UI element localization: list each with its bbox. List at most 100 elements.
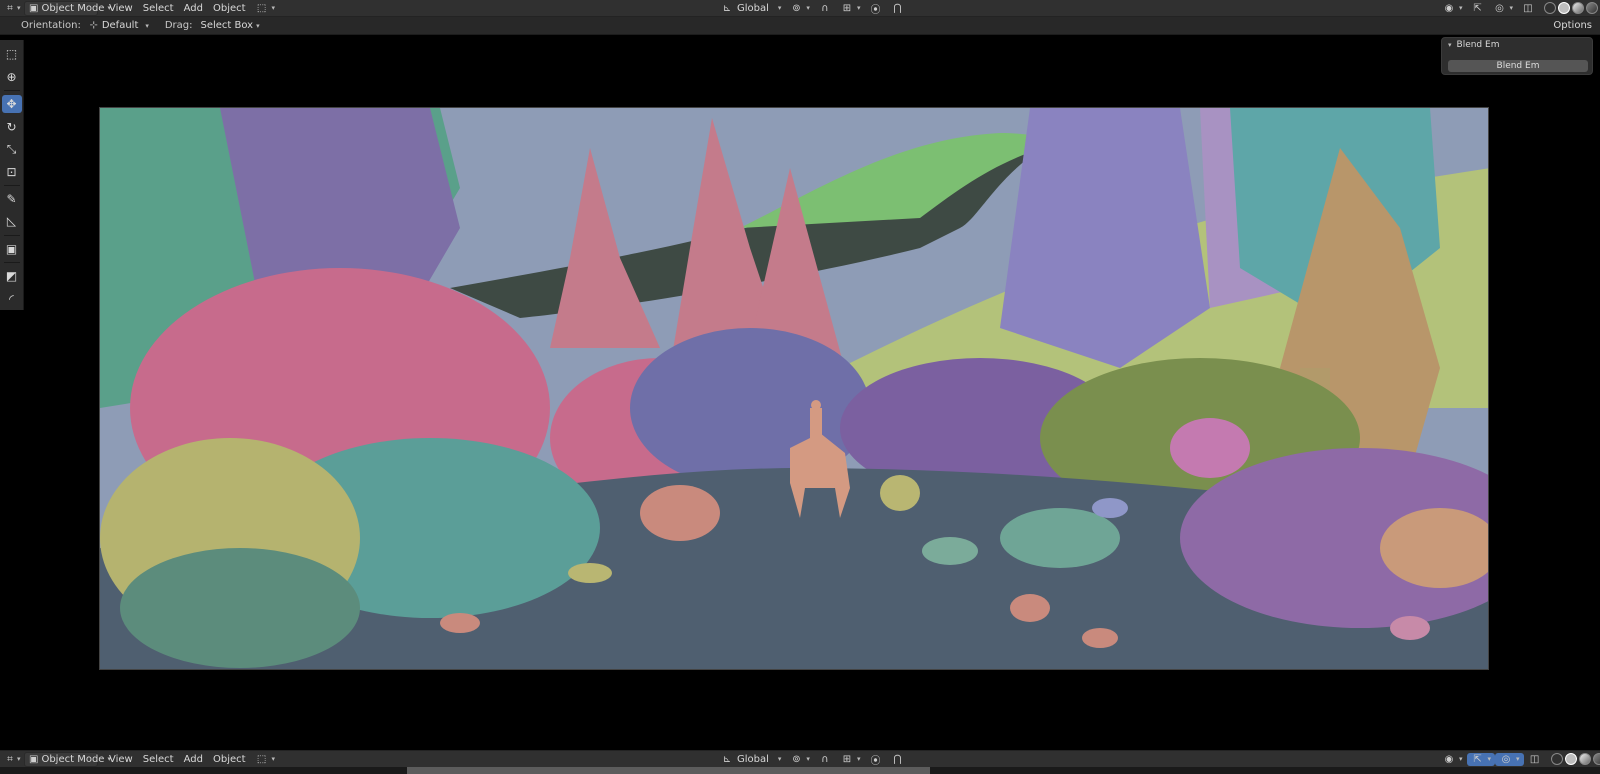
gizmo-arrows-icon: ⇱	[1473, 2, 1482, 14]
options-button[interactable]: Options	[1549, 19, 1596, 32]
rotate-tool-icon[interactable]: ↻	[2, 117, 22, 135]
drag-value: Select Box	[200, 20, 254, 31]
editor-type-button[interactable]: ⌗ ▾	[3, 751, 21, 767]
drag-dropdown[interactable]: Select Box ▾	[196, 19, 263, 32]
pivot-icon: ⊚	[792, 2, 801, 14]
wireframe-shading-icon[interactable]	[1544, 2, 1557, 14]
snap-toggle[interactable]: ∩	[814, 2, 836, 15]
pivot-dropdown[interactable]: ⊚ ▾	[785, 2, 814, 15]
gizmo-icon: ⬚	[256, 2, 267, 14]
redo-panel-header[interactable]: ▾ Blend Em	[1442, 38, 1592, 52]
chevron-down-icon: ▾	[256, 21, 260, 30]
overlays-button[interactable]: ◎ ▾	[1489, 2, 1518, 15]
tool-settings-bar: Orientation: ⊹ Default ▾ Drag: Select Bo…	[0, 17, 1600, 35]
transform-tool-icon[interactable]: ⊡	[2, 162, 22, 180]
orientation-dropdown[interactable]: ⊾ Global ▾	[716, 753, 785, 766]
rendered-shading-icon[interactable]	[1592, 753, 1600, 765]
chevron-down-icon: ▾	[806, 755, 810, 763]
chevron-down-icon: ▾	[145, 21, 149, 30]
viewport-header: ⌗ ▾ ▣ Object Mode ▾ View Select Add Objec…	[0, 0, 1600, 17]
xray-toggle[interactable]: ◫	[1517, 2, 1539, 15]
gizmo-icon: ⬚	[256, 753, 267, 765]
falloff-icon: ⋂	[893, 2, 902, 14]
eye-icon: ◉	[1444, 753, 1454, 765]
horizontal-scrollbar[interactable]	[407, 767, 930, 774]
orientation-settings-value: Default	[101, 20, 139, 31]
measure-tool-icon[interactable]: ◺	[2, 212, 22, 230]
tool-separator	[3, 262, 20, 264]
menu-select[interactable]: Select	[138, 2, 179, 15]
mode-dropdown[interactable]: ▣ Object Mode ▾	[24, 751, 111, 767]
orientation-settings-dropdown[interactable]: ⊹ Default ▾	[85, 19, 153, 32]
proportional-icon: ⦿	[870, 755, 881, 767]
shading-buttons[interactable]	[1539, 2, 1600, 15]
add-cube-tool-icon[interactable]: ▣	[2, 240, 22, 258]
drag-label: Drag:	[164, 20, 193, 31]
chevron-down-icon: ▾	[17, 755, 21, 763]
mode-label: Object Mode	[41, 2, 105, 14]
blend-em-button[interactable]: Blend Em	[1448, 60, 1588, 72]
orientation-settings-label: Orientation:	[21, 20, 81, 31]
visibility-dropdown[interactable]: ◉ ▾	[1438, 2, 1467, 15]
material-shading-icon[interactable]	[1572, 2, 1585, 14]
menu-add[interactable]: Add	[179, 753, 208, 766]
proportional-edit-toggle[interactable]: ⦿	[864, 2, 886, 16]
proportional-icon: ⦿	[870, 4, 881, 16]
menu-add[interactable]: Add	[179, 2, 208, 15]
annotate-tool-icon[interactable]: ✎	[2, 190, 22, 208]
editor-type-icon: ⌗	[7, 753, 13, 765]
move-tool-icon[interactable]: ✥	[1, 94, 22, 114]
forest-scene-image	[100, 108, 1488, 669]
overlays-button[interactable]: ◎ ▾	[1495, 752, 1524, 766]
chevron-down-icon: ▾	[17, 4, 21, 12]
tool-separator	[3, 184, 20, 186]
magnet-icon: ∩	[821, 753, 829, 765]
snap-dropdown[interactable]: ⊞ ▾	[836, 753, 865, 766]
xray-toggle[interactable]: ◫	[1524, 753, 1546, 766]
chevron-down-icon: ▾	[806, 4, 810, 12]
shrink-tool-icon[interactable]: ◜	[2, 290, 22, 308]
gizmo-toggle-button[interactable]: ⬚ ▾	[251, 2, 280, 15]
editor-type-button[interactable]: ⌗ ▾	[3, 0, 21, 16]
material-shading-icon[interactable]	[1578, 753, 1591, 765]
rendered-shading-icon[interactable]	[1586, 2, 1599, 14]
camera-view-render[interactable]	[99, 107, 1489, 670]
solid-shading-icon[interactable]	[1564, 753, 1577, 765]
menu-view[interactable]: View	[104, 2, 138, 15]
select-box-tool-icon[interactable]: ⬚	[2, 45, 22, 63]
scale-tool-icon[interactable]: ⤡	[2, 140, 22, 158]
chevron-down-icon: ▾	[1487, 755, 1492, 763]
gizmo-arrows-icon: ⇱	[1473, 753, 1482, 765]
orientation-label: Global	[737, 2, 769, 14]
falloff-dropdown[interactable]: ⋂	[886, 753, 908, 766]
proportional-edit-toggle[interactable]: ⦿	[864, 753, 886, 767]
chevron-down-icon: ▾	[1509, 4, 1514, 12]
xray-icon: ◫	[1523, 2, 1533, 14]
cursor-tool-icon[interactable]: ⊕	[2, 67, 22, 85]
snap-toggle[interactable]: ∩	[814, 753, 836, 766]
orientation-axis-icon: ⊹	[89, 20, 99, 31]
pivot-dropdown[interactable]: ⊚ ▾	[785, 753, 814, 766]
menu-view[interactable]: View	[104, 753, 138, 766]
snap-dropdown[interactable]: ⊞ ▾	[836, 2, 865, 15]
visibility-dropdown[interactable]: ◉ ▾	[1438, 753, 1467, 766]
shader-tool-icon[interactable]: ◩	[2, 267, 22, 285]
orientation-dropdown[interactable]: ⊾ Global ▾	[716, 2, 785, 15]
mode-dropdown[interactable]: ▣ Object Mode ▾	[24, 0, 111, 16]
solid-shading-icon[interactable]	[1558, 2, 1571, 14]
wireframe-shading-icon[interactable]	[1550, 753, 1563, 765]
falloff-dropdown[interactable]: ⋂	[886, 2, 908, 15]
menu-object[interactable]: Object	[208, 753, 251, 766]
tool-shelf: ⬚ ⊕ ✥ ↻ ⤡ ⊡ ✎ ◺ ▣ ◩ ◜	[0, 40, 24, 310]
gizmo-button[interactable]: ⇱	[1467, 2, 1489, 15]
chevron-down-icon: ▾	[1516, 755, 1520, 763]
chevron-down-icon: ▾	[777, 4, 782, 12]
menu-select[interactable]: Select	[138, 753, 179, 766]
overlay-icon: ◎	[1495, 2, 1504, 14]
magnet-icon: ∩	[821, 2, 829, 14]
shading-buttons[interactable]	[1546, 753, 1600, 766]
gizmo-button[interactable]: ⇱ ▾	[1466, 752, 1496, 766]
menu-object[interactable]: Object	[208, 2, 251, 15]
snap-target-icon: ⊞	[842, 2, 852, 14]
gizmo-toggle-button[interactable]: ⬚ ▾	[251, 753, 280, 766]
